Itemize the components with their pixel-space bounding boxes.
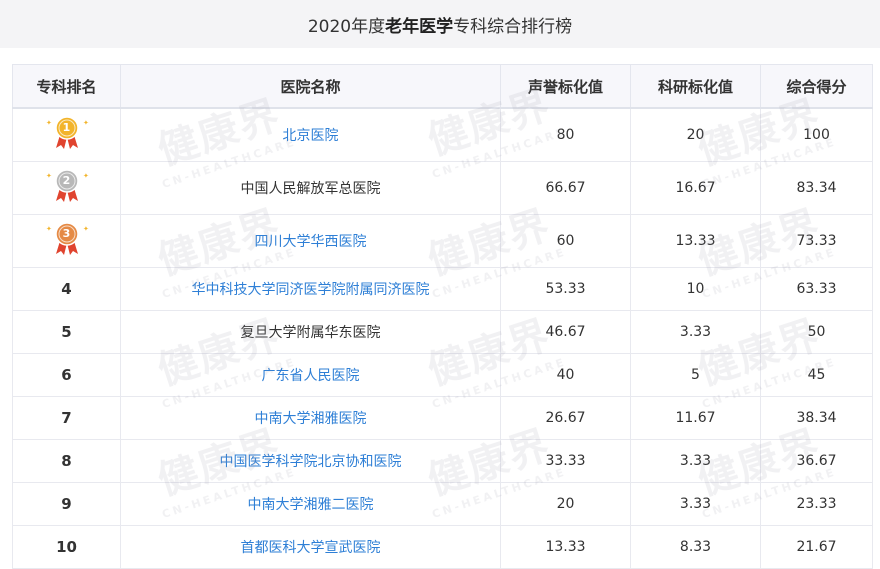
hospital-link[interactable]: 四川大学华西医院 xyxy=(255,234,367,250)
research-cell: 16.67 xyxy=(630,161,761,215)
hospital-link[interactable]: 广东省人民医院 xyxy=(262,368,360,384)
score-cell: 45 xyxy=(760,353,873,397)
score-cell: 38.34 xyxy=(760,396,873,440)
title-specialty: 老年医学 xyxy=(385,16,454,37)
hospital-cell: 中国人民解放军总医院 xyxy=(120,161,501,215)
score-cell: 63.33 xyxy=(760,267,873,311)
reputation-cell: 13.33 xyxy=(500,525,631,569)
research-cell: 3.33 xyxy=(630,482,761,526)
reputation-cell: 46.67 xyxy=(500,310,631,354)
table-row: 4 华中科技大学同济医学院附属同济医院 53.33 10 63.33 xyxy=(12,267,873,311)
reputation-cell: 66.67 xyxy=(500,161,631,215)
medal-rank-number: 2 xyxy=(62,174,71,187)
rank-cell: 4 xyxy=(12,267,121,311)
hospital-cell: 中国医学科学院北京协和医院 xyxy=(120,439,501,483)
score-cell: 83.34 xyxy=(760,161,873,215)
rank-cell: ✦ ✦ 1 xyxy=(12,107,121,162)
hospital-cell: 中南大学湘雅二医院 xyxy=(120,482,501,526)
hospital-link[interactable]: 华中科技大学同济医学院附属同济医院 xyxy=(192,282,430,298)
rank-cell: 8 xyxy=(12,439,121,483)
rank-cell: 5 xyxy=(12,310,121,354)
ranking-table: 专科排名 医院名称 声誉标化值 科研标化值 综合得分 ✦ ✦ 1 北京医院 80 20 10… xyxy=(12,64,873,569)
research-cell: 3.33 xyxy=(630,310,761,354)
hospital-cell: 四川大学华西医院 xyxy=(120,214,501,268)
score-cell: 36.67 xyxy=(760,439,873,483)
research-cell: 8.33 xyxy=(630,525,761,569)
header-rank: 专科排名 xyxy=(12,64,121,109)
medal-icon: ✦ ✦ 3 xyxy=(42,221,92,257)
hospital-cell: 华中科技大学同济医学院附属同济医院 xyxy=(120,267,501,311)
header-score: 综合得分 xyxy=(760,64,873,109)
reputation-cell: 26.67 xyxy=(500,396,631,440)
table-row: 5 复旦大学附属华东医院 46.67 3.33 50 xyxy=(12,310,873,354)
header-research: 科研标化值 xyxy=(630,64,761,109)
table-row: 8 中国医学科学院北京协和医院 33.33 3.33 36.67 xyxy=(12,439,873,483)
hospital-name: 中国人民解放军总医院 xyxy=(240,181,381,197)
reputation-cell: 20 xyxy=(500,482,631,526)
reputation-cell: 33.33 xyxy=(500,439,631,483)
table-row: ✦ ✦ 1 北京医院 80 20 100 xyxy=(12,107,873,162)
table-row: ✦ ✦ 2 中国人民解放军总医院 66.67 16.67 83.34 xyxy=(12,161,873,215)
research-cell: 3.33 xyxy=(630,439,761,483)
ranking-table-container: 专科排名 医院名称 声誉标化值 科研标化值 综合得分 ✦ ✦ 1 北京医院 80 20 10… xyxy=(12,64,873,569)
rank-cell: ✦ ✦ 2 xyxy=(12,161,121,215)
research-cell: 5 xyxy=(630,353,761,397)
medal-rank-number: 1 xyxy=(62,121,71,134)
research-cell: 10 xyxy=(630,267,761,311)
medal-rank-number: 3 xyxy=(62,227,71,240)
rank-cell: 9 xyxy=(12,482,121,526)
research-cell: 11.67 xyxy=(630,396,761,440)
rank-cell: 10 xyxy=(12,525,121,569)
hospital-link[interactable]: 中南大学湘雅医院 xyxy=(255,411,367,427)
medal-icon: ✦ ✦ 2 xyxy=(42,168,92,204)
hospital-cell: 首都医科大学宣武医院 xyxy=(120,525,501,569)
table-row: 10 首都医科大学宣武医院 13.33 8.33 21.67 xyxy=(12,525,873,569)
title-rest: 专科综合排行榜 xyxy=(453,16,573,37)
hospital-cell: 广东省人民医院 xyxy=(120,353,501,397)
hospital-cell: 北京医院 xyxy=(120,107,501,162)
rank-cell: ✦ ✦ 3 xyxy=(12,214,121,268)
hospital-cell: 中南大学湘雅医院 xyxy=(120,396,501,440)
header-hospital: 医院名称 xyxy=(120,64,501,109)
score-cell: 23.33 xyxy=(760,482,873,526)
header-reputation: 声誉标化值 xyxy=(500,64,631,109)
reputation-cell: 53.33 xyxy=(500,267,631,311)
rank-cell: 7 xyxy=(12,396,121,440)
score-cell: 50 xyxy=(760,310,873,354)
table-row: 7 中南大学湘雅医院 26.67 11.67 38.34 xyxy=(12,396,873,440)
research-cell: 20 xyxy=(630,107,761,162)
score-cell: 73.33 xyxy=(760,214,873,268)
table-row: ✦ ✦ 3 四川大学华西医院 60 13.33 73.33 xyxy=(12,214,873,268)
score-cell: 21.67 xyxy=(760,525,873,569)
reputation-cell: 80 xyxy=(500,107,631,162)
score-cell: 100 xyxy=(760,107,873,162)
research-cell: 13.33 xyxy=(630,214,761,268)
page-title: 2020年度 老年医学 专科综合排行榜 xyxy=(0,0,880,48)
hospital-link[interactable]: 北京医院 xyxy=(283,128,339,144)
hospital-link[interactable]: 中国医学科学院北京协和医院 xyxy=(220,454,402,470)
table-row: 6 广东省人民医院 40 5 45 xyxy=(12,353,873,397)
reputation-cell: 60 xyxy=(500,214,631,268)
hospital-name: 复旦大学附属华东医院 xyxy=(240,325,381,341)
reputation-cell: 40 xyxy=(500,353,631,397)
table-row: 9 中南大学湘雅二医院 20 3.33 23.33 xyxy=(12,482,873,526)
hospital-cell: 复旦大学附属华东医院 xyxy=(120,310,501,354)
rank-cell: 6 xyxy=(12,353,121,397)
medal-icon: ✦ ✦ 1 xyxy=(42,115,92,151)
title-year: 2020年度 xyxy=(307,16,386,37)
hospital-link[interactable]: 中南大学湘雅二医院 xyxy=(248,497,374,513)
table-header-row: 专科排名 医院名称 声誉标化值 科研标化值 综合得分 xyxy=(12,64,873,109)
